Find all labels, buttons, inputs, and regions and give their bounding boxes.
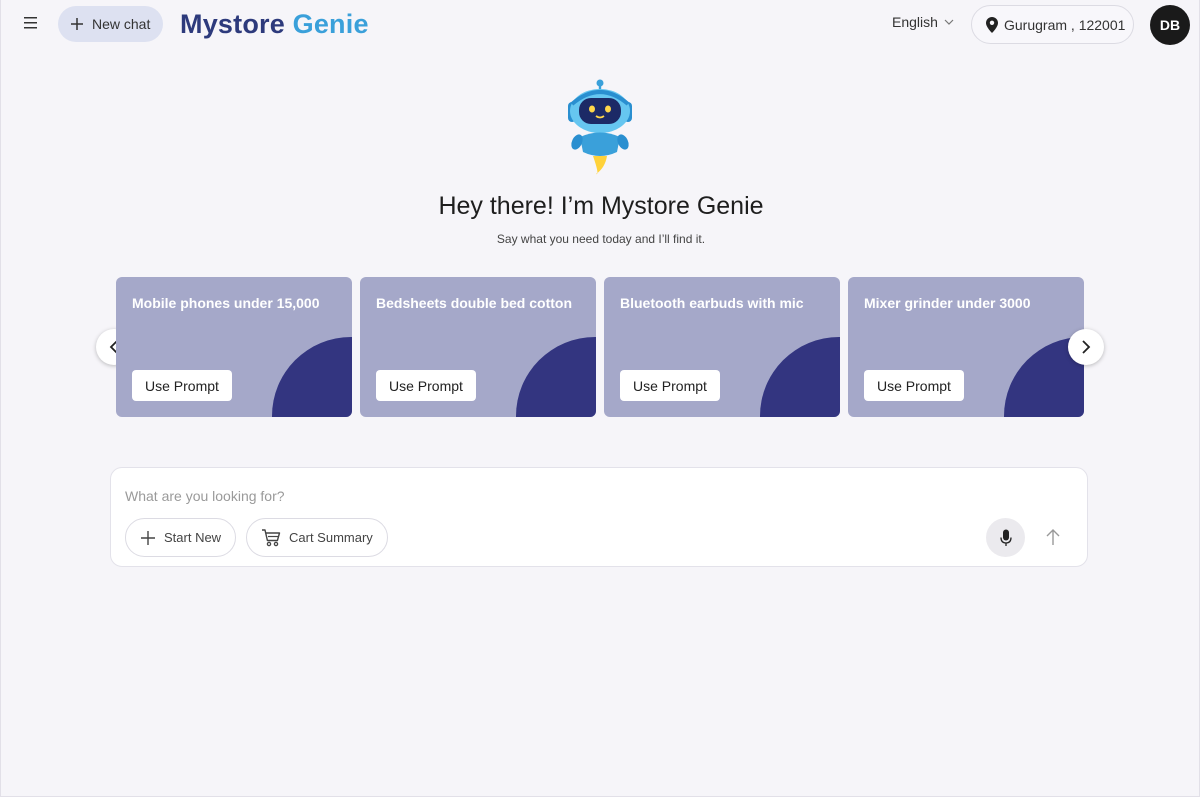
- language-label: English: [892, 14, 938, 30]
- use-prompt-button[interactable]: Use Prompt: [132, 370, 232, 401]
- chevron-down-icon: [944, 19, 954, 25]
- hero-subtitle: Say what you need today and I’ll find it…: [496, 232, 706, 246]
- card-decoration: [272, 337, 352, 417]
- menu-button[interactable]: [20, 12, 42, 34]
- cart-icon: [262, 528, 281, 546]
- use-prompt-button[interactable]: Use Prompt: [864, 370, 964, 401]
- language-selector[interactable]: English: [892, 14, 954, 30]
- hero-title: Hey there! I’m Mystore Genie: [438, 192, 764, 220]
- prompt-card: Mixer grinder under 3000 Use Prompt: [848, 277, 1084, 417]
- arrow-up-icon: [1046, 529, 1060, 545]
- hamburger-icon: [24, 17, 37, 29]
- location-selector[interactable]: Gurugram , 122001: [971, 5, 1134, 44]
- top-bar: New chat Mystore Genie English Gurugram …: [1, 0, 1200, 48]
- cart-summary-label: Cart Summary: [289, 530, 373, 545]
- plus-icon: [141, 530, 155, 545]
- avatar[interactable]: DB: [1150, 5, 1190, 45]
- carousel-next-button[interactable]: [1068, 329, 1104, 365]
- prompt-card-title: Mixer grinder under 3000: [864, 295, 1031, 311]
- card-decoration: [516, 337, 596, 417]
- microphone-button[interactable]: [986, 518, 1025, 557]
- logo-genie: Genie: [292, 9, 369, 39]
- robot-mascot-icon: [568, 79, 632, 175]
- new-chat-button[interactable]: New chat: [58, 6, 163, 42]
- prompt-card: Bluetooth earbuds with mic Use Prompt: [604, 277, 840, 417]
- use-prompt-button[interactable]: Use Prompt: [620, 370, 720, 401]
- use-prompt-button[interactable]: Use Prompt: [376, 370, 476, 401]
- send-button[interactable]: [1040, 524, 1066, 550]
- search-input[interactable]: [125, 484, 1065, 508]
- prompt-card-title: Bedsheets double bed cotton: [376, 295, 573, 311]
- microphone-icon: [999, 529, 1012, 546]
- location-pin-icon: [986, 16, 998, 33]
- chat-composer: Start New Cart Summary: [110, 467, 1088, 567]
- avatar-initials: DB: [1159, 17, 1181, 33]
- chevron-right-icon: [1082, 340, 1091, 354]
- prompt-card: Bedsheets double bed cotton Use Prompt: [360, 277, 596, 417]
- logo: Mystore Genie: [180, 7, 369, 41]
- prompt-card: Mobile phones under 15,000 Use Prompt: [116, 277, 352, 417]
- start-new-label: Start New: [164, 530, 222, 545]
- cart-summary-button[interactable]: Cart Summary: [246, 518, 388, 557]
- prompt-card-title: Mobile phones under 15,000: [132, 295, 320, 311]
- location-label: Gurugram , 122001: [1004, 16, 1126, 33]
- card-decoration: [760, 337, 840, 417]
- logo-mystore: Mystore: [180, 9, 285, 39]
- prompt-card-title: Bluetooth earbuds with mic: [620, 295, 804, 311]
- new-chat-label: New chat: [92, 16, 151, 32]
- page: New chat Mystore Genie English Gurugram …: [0, 0, 1200, 797]
- plus-icon: [71, 18, 83, 30]
- start-new-button[interactable]: Start New: [125, 518, 237, 557]
